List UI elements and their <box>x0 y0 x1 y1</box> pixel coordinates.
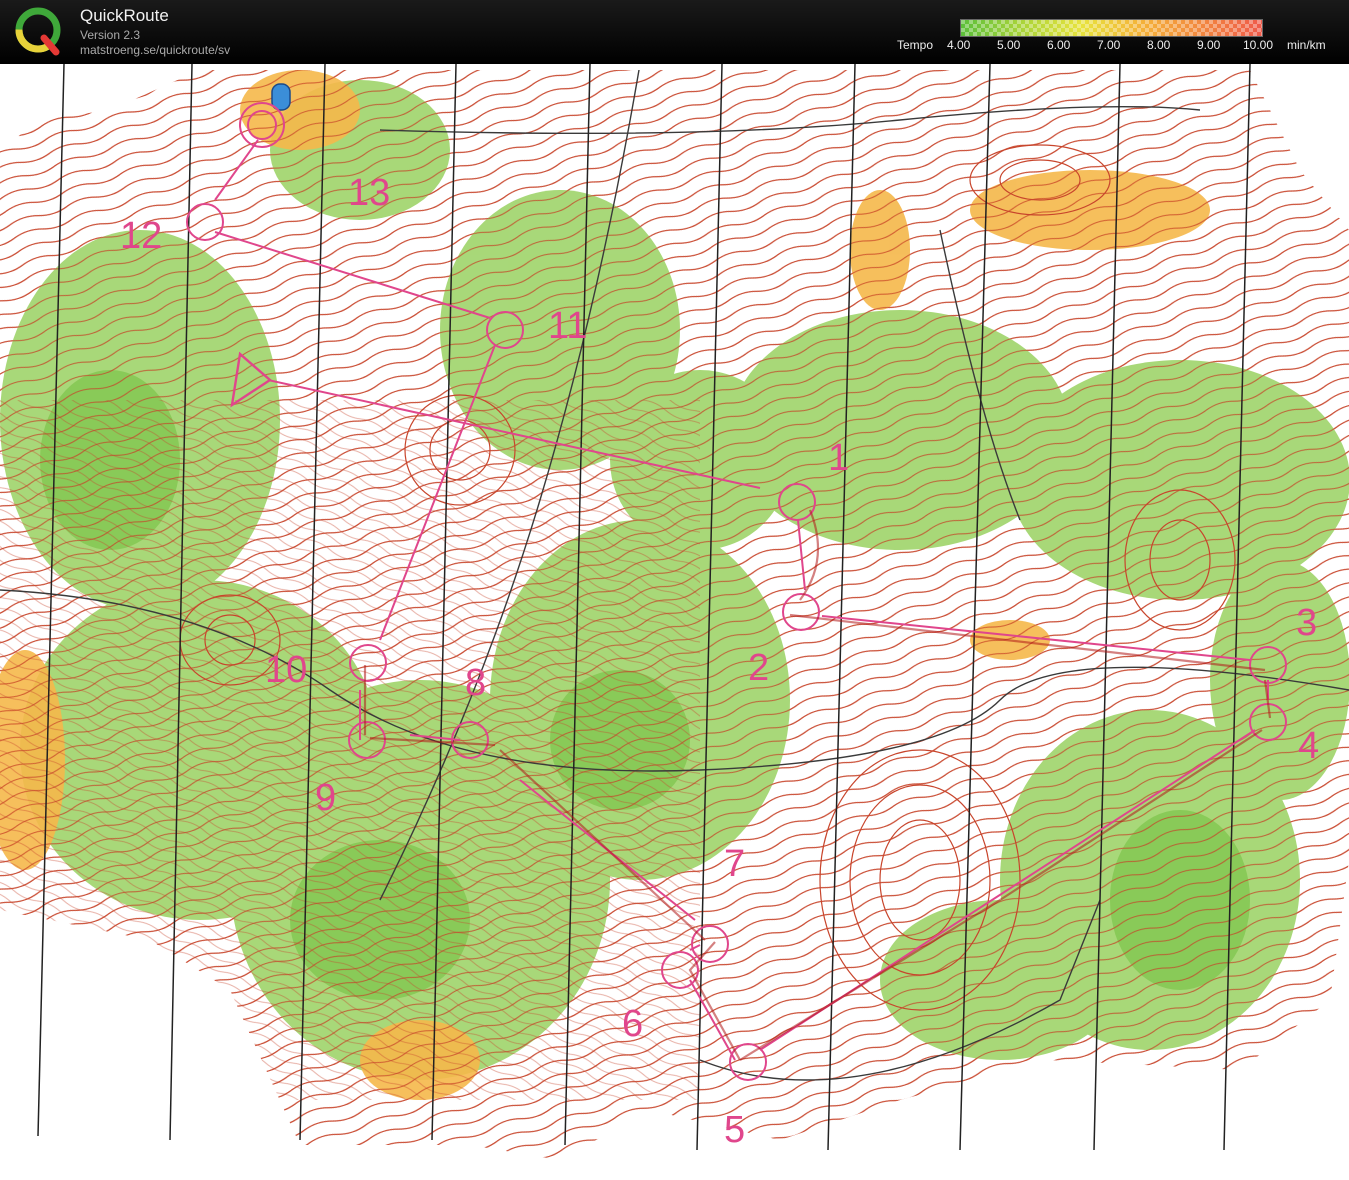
tempo-tick: 9.00 <box>1197 38 1221 52</box>
tempo-tick: 8.00 <box>1147 38 1171 52</box>
control-number-12: 12 <box>120 215 162 257</box>
app-header: QuickRoute Version 2.3 matstroeng.se/qui… <box>0 0 1349 64</box>
app-version: Version 2.3 <box>80 28 141 42</box>
orienteering-map[interactable]: 1 2 3 4 5 6 7 8 9 10 11 12 13 <box>0 64 1349 1180</box>
tempo-tick: 10.00 <box>1243 38 1274 52</box>
control-number-6: 6 <box>622 1003 643 1045</box>
control-number-3: 3 <box>1296 602 1317 644</box>
quickroute-logo-icon <box>15 7 61 56</box>
control-number-2: 2 <box>748 647 769 689</box>
control-number-11: 11 <box>548 305 587 347</box>
control-number-1: 1 <box>828 437 849 479</box>
control-number-13: 13 <box>348 172 390 214</box>
tempo-tick: 4.00 <box>947 38 971 52</box>
control-number-4: 4 <box>1298 725 1319 767</box>
tempo-tick: 6.00 <box>1047 38 1071 52</box>
app-url: matstroeng.se/quickroute/sv <box>80 43 231 57</box>
tempo-tick: 7.00 <box>1097 38 1121 52</box>
control-number-10: 10 <box>265 649 307 691</box>
control-number-8: 8 <box>465 662 486 704</box>
tempo-color-bar <box>960 19 1263 37</box>
tempo-unit: min/km <box>1287 38 1326 52</box>
control-number-5: 5 <box>724 1109 745 1151</box>
control-number-9: 9 <box>315 777 336 819</box>
control-number-7: 7 <box>724 843 745 885</box>
app-title: QuickRoute <box>80 6 169 25</box>
tempo-tick: 5.00 <box>997 38 1021 52</box>
tempo-label: Tempo <box>897 38 934 52</box>
tempo-legend: Tempo 4.00 5.00 6.00 7.00 8.00 9.00 10.0… <box>895 18 1335 58</box>
